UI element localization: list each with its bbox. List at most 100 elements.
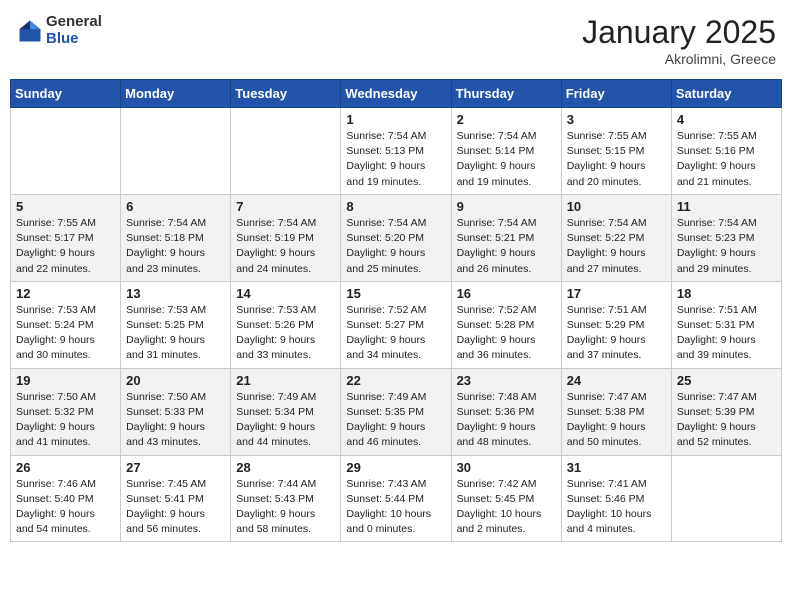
calendar-cell: 12 Sunrise: 7:53 AMSunset: 5:24 PMDayligh… <box>11 281 121 368</box>
day-number: 22 <box>346 373 445 388</box>
day-info: Sunrise: 7:54 AMSunset: 5:19 PMDaylight:… <box>236 216 335 277</box>
day-info: Sunrise: 7:53 AMSunset: 5:26 PMDaylight:… <box>236 303 335 364</box>
day-info: Sunrise: 7:49 AMSunset: 5:35 PMDaylight:… <box>346 390 445 451</box>
calendar-cell: 11 Sunrise: 7:54 AMSunset: 5:23 PMDayligh… <box>671 194 781 281</box>
title-block: January 2025 Akrolimni, Greece <box>582 14 776 67</box>
weekday-header-sunday: Sunday <box>11 80 121 108</box>
weekday-header-monday: Monday <box>121 80 231 108</box>
day-info: Sunrise: 7:44 AMSunset: 5:43 PMDaylight:… <box>236 477 335 538</box>
day-number: 13 <box>126 286 225 301</box>
day-info: Sunrise: 7:54 AMSunset: 5:14 PMDaylight:… <box>457 129 556 190</box>
logo-icon <box>16 17 44 45</box>
day-number: 29 <box>346 460 445 475</box>
day-number: 19 <box>16 373 115 388</box>
day-number: 2 <box>457 112 556 127</box>
calendar-cell: 21 Sunrise: 7:49 AMSunset: 5:34 PMDayligh… <box>231 368 341 455</box>
logo-blue-text: Blue <box>46 31 102 48</box>
calendar-cell <box>121 108 231 195</box>
day-info: Sunrise: 7:52 AMSunset: 5:28 PMDaylight:… <box>457 303 556 364</box>
calendar-cell: 20 Sunrise: 7:50 AMSunset: 5:33 PMDayligh… <box>121 368 231 455</box>
calendar-cell: 30 Sunrise: 7:42 AMSunset: 5:45 PMDayligh… <box>451 455 561 542</box>
calendar-cell: 14 Sunrise: 7:53 AMSunset: 5:26 PMDayligh… <box>231 281 341 368</box>
calendar-cell: 26 Sunrise: 7:46 AMSunset: 5:40 PMDayligh… <box>11 455 121 542</box>
weekday-header-tuesday: Tuesday <box>231 80 341 108</box>
calendar-cell: 15Sunrise: 7:52 AMSunset: 5:27 PMDayligh… <box>341 281 451 368</box>
day-info: Sunrise: 7:54 AMSunset: 5:21 PMDaylight:… <box>457 216 556 277</box>
weekday-header-thursday: Thursday <box>451 80 561 108</box>
day-info: Sunrise: 7:53 AMSunset: 5:24 PMDaylight:… <box>16 303 115 364</box>
month-title: January 2025 <box>582 14 776 51</box>
day-number: 1 <box>346 112 445 127</box>
day-number: 28 <box>236 460 335 475</box>
calendar-cell: 10 Sunrise: 7:54 AMSunset: 5:22 PMDayligh… <box>561 194 671 281</box>
day-info: Sunrise: 7:50 AMSunset: 5:33 PMDaylight:… <box>126 390 225 451</box>
calendar-cell: 6 Sunrise: 7:54 AMSunset: 5:18 PMDaylight… <box>121 194 231 281</box>
calendar-cell: 17 Sunrise: 7:51 AMSunset: 5:29 PMDayligh… <box>561 281 671 368</box>
calendar-cell: 3 Sunrise: 7:55 AMSunset: 5:15 PMDaylight… <box>561 108 671 195</box>
day-number: 23 <box>457 373 556 388</box>
logo-general-text: General <box>46 14 102 31</box>
day-number: 3 <box>567 112 666 127</box>
day-number: 25 <box>677 373 776 388</box>
weekday-header-friday: Friday <box>561 80 671 108</box>
day-number: 12 <box>16 286 115 301</box>
calendar-cell: 5Sunrise: 7:55 AMSunset: 5:17 PMDaylight… <box>11 194 121 281</box>
day-number: 10 <box>567 199 666 214</box>
calendar-cell: 16 Sunrise: 7:52 AMSunset: 5:28 PMDayligh… <box>451 281 561 368</box>
day-number: 26 <box>16 460 115 475</box>
calendar-cell: 28 Sunrise: 7:44 AMSunset: 5:43 PMDayligh… <box>231 455 341 542</box>
calendar-week-row: 12 Sunrise: 7:53 AMSunset: 5:24 PMDayligh… <box>11 281 782 368</box>
location: Akrolimni, Greece <box>582 51 776 67</box>
day-info: Sunrise: 7:49 AMSunset: 5:34 PMDaylight:… <box>236 390 335 451</box>
day-info: Sunrise: 7:51 AMSunset: 5:31 PMDaylight:… <box>677 303 776 364</box>
day-number: 15 <box>346 286 445 301</box>
day-info: Sunrise: 7:47 AMSunset: 5:38 PMDaylight:… <box>567 390 666 451</box>
calendar-week-row: 1Sunrise: 7:54 AMSunset: 5:13 PMDaylight… <box>11 108 782 195</box>
calendar-cell: 2 Sunrise: 7:54 AMSunset: 5:14 PMDaylight… <box>451 108 561 195</box>
calendar-cell: 7 Sunrise: 7:54 AMSunset: 5:19 PMDaylight… <box>231 194 341 281</box>
calendar-cell: 8Sunrise: 7:54 AMSunset: 5:20 PMDaylight… <box>341 194 451 281</box>
calendar-cell: 27Sunrise: 7:45 AMSunset: 5:41 PMDayligh… <box>121 455 231 542</box>
day-info: Sunrise: 7:50 AMSunset: 5:32 PMDaylight:… <box>16 390 115 451</box>
calendar-week-row: 26 Sunrise: 7:46 AMSunset: 5:40 PMDayligh… <box>11 455 782 542</box>
calendar-cell: 25 Sunrise: 7:47 AMSunset: 5:39 PMDayligh… <box>671 368 781 455</box>
day-info: Sunrise: 7:46 AMSunset: 5:40 PMDaylight:… <box>16 477 115 538</box>
calendar-cell <box>11 108 121 195</box>
weekday-header-wednesday: Wednesday <box>341 80 451 108</box>
day-number: 21 <box>236 373 335 388</box>
calendar-cell <box>671 455 781 542</box>
day-info: Sunrise: 7:53 AMSunset: 5:25 PMDaylight:… <box>126 303 225 364</box>
day-number: 20 <box>126 373 225 388</box>
page-header: General Blue January 2025 Akrolimni, Gre… <box>10 10 782 71</box>
day-number: 17 <box>567 286 666 301</box>
day-info: Sunrise: 7:55 AMSunset: 5:15 PMDaylight:… <box>567 129 666 190</box>
day-info: Sunrise: 7:43 AMSunset: 5:44 PMDaylight:… <box>346 477 445 538</box>
day-number: 7 <box>236 199 335 214</box>
calendar-cell: 29 Sunrise: 7:43 AMSunset: 5:44 PMDayligh… <box>341 455 451 542</box>
day-number: 9 <box>457 199 556 214</box>
day-info: Sunrise: 7:55 AMSunset: 5:16 PMDaylight:… <box>677 129 776 190</box>
day-info: Sunrise: 7:47 AMSunset: 5:39 PMDaylight:… <box>677 390 776 451</box>
weekday-header-saturday: Saturday <box>671 80 781 108</box>
day-info: Sunrise: 7:54 AMSunset: 5:22 PMDaylight:… <box>567 216 666 277</box>
day-number: 24 <box>567 373 666 388</box>
calendar-week-row: 5Sunrise: 7:55 AMSunset: 5:17 PMDaylight… <box>11 194 782 281</box>
day-info: Sunrise: 7:54 AMSunset: 5:20 PMDaylight:… <box>346 216 445 277</box>
day-info: Sunrise: 7:42 AMSunset: 5:45 PMDaylight:… <box>457 477 556 538</box>
day-number: 6 <box>126 199 225 214</box>
day-number: 16 <box>457 286 556 301</box>
calendar-cell: 31Sunrise: 7:41 AMSunset: 5:46 PMDayligh… <box>561 455 671 542</box>
calendar-cell: 22 Sunrise: 7:49 AMSunset: 5:35 PMDayligh… <box>341 368 451 455</box>
day-info: Sunrise: 7:48 AMSunset: 5:36 PMDaylight:… <box>457 390 556 451</box>
day-number: 11 <box>677 199 776 214</box>
day-info: Sunrise: 7:51 AMSunset: 5:29 PMDaylight:… <box>567 303 666 364</box>
day-info: Sunrise: 7:54 AMSunset: 5:18 PMDaylight:… <box>126 216 225 277</box>
calendar-cell: 24 Sunrise: 7:47 AMSunset: 5:38 PMDayligh… <box>561 368 671 455</box>
calendar-cell: 23 Sunrise: 7:48 AMSunset: 5:36 PMDayligh… <box>451 368 561 455</box>
day-info: Sunrise: 7:54 AMSunset: 5:23 PMDaylight:… <box>677 216 776 277</box>
day-number: 14 <box>236 286 335 301</box>
day-number: 31 <box>567 460 666 475</box>
day-number: 30 <box>457 460 556 475</box>
calendar-cell: 19 Sunrise: 7:50 AMSunset: 5:32 PMDayligh… <box>11 368 121 455</box>
day-number: 4 <box>677 112 776 127</box>
